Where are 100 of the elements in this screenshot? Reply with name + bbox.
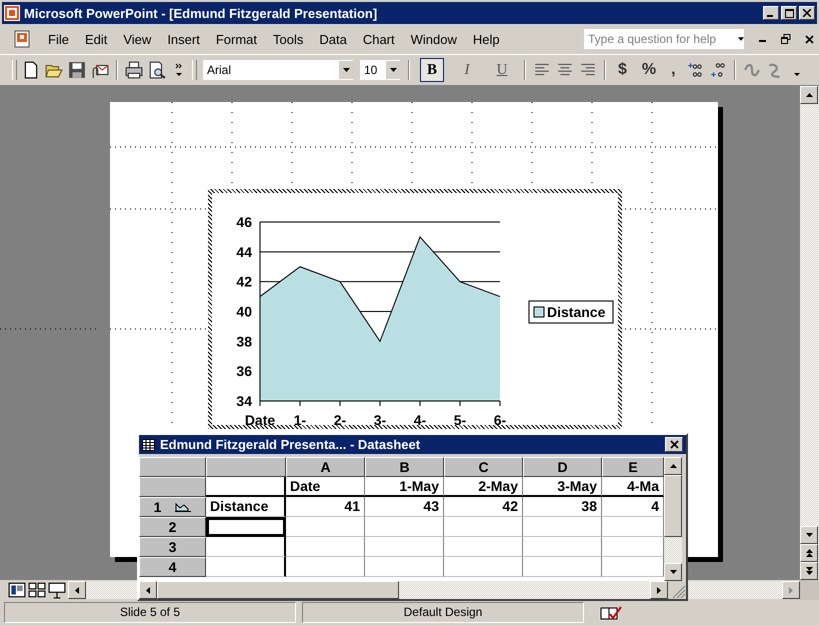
- maximize-icon: [784, 8, 794, 18]
- table-cell: [602, 537, 664, 557]
- row-header[interactable]: 2: [139, 517, 206, 537]
- left-arrow-icon: [75, 586, 79, 594]
- table-cell: Date: [286, 477, 365, 497]
- table-cell: Distance: [206, 497, 286, 517]
- document-icon[interactable]: [14, 30, 32, 48]
- column-header[interactable]: C: [444, 457, 523, 477]
- menu-item[interactable]: File: [42, 30, 75, 48]
- column-header[interactable]: [206, 457, 286, 477]
- restore-icon[interactable]: [781, 34, 791, 44]
- design-name-status: Default Design: [302, 602, 584, 623]
- right-arrow-icon: [789, 586, 793, 594]
- menu-item[interactable]: Data: [313, 30, 353, 48]
- menu-item[interactable]: Tools: [267, 30, 310, 48]
- close-button[interactable]: [799, 6, 815, 20]
- row-header[interactable]: 3: [139, 537, 206, 557]
- datasheet-title: Edmund Fitzgerald Presenta... - Datasheet: [160, 437, 422, 452]
- y-axis-label: 46: [236, 214, 252, 230]
- number-format-button[interactable]: $: [613, 61, 632, 79]
- print-icon[interactable]: [125, 61, 143, 79]
- increase-decimal-icon[interactable]: [686, 61, 704, 79]
- number-format-button[interactable]: ,: [666, 61, 681, 79]
- spelling-check-icon[interactable]: [600, 604, 622, 620]
- menu-item[interactable]: Chart: [356, 30, 401, 48]
- down-arrow-icon: [806, 533, 812, 537]
- help-search-field[interactable]: Type a question for help: [584, 29, 744, 49]
- corner-header[interactable]: [139, 457, 206, 477]
- menu-item[interactable]: Edit: [78, 30, 114, 48]
- previous-slide-icon: [806, 549, 812, 557]
- table-cell: 43: [365, 497, 444, 517]
- decrease-decimal-icon[interactable]: [708, 61, 727, 79]
- slide-show-icon[interactable]: [48, 581, 66, 599]
- x-axis-label: 4-: [414, 412, 426, 425]
- resize-grip-icon[interactable]: [668, 581, 686, 599]
- y-axis-label: 36: [236, 363, 252, 380]
- menu-item[interactable]: Window: [404, 30, 463, 48]
- table-cell: 2-May: [444, 477, 523, 497]
- font-dropdown[interactable]: Arial: [202, 59, 354, 81]
- window-title: Microsoft PowerPoint - [Edmund Fitzgerald Presentation]: [24, 6, 378, 20]
- close-icon[interactable]: [805, 34, 814, 44]
- slide-number-status: Slide 5 of 5: [4, 602, 296, 623]
- menu-item[interactable]: Help: [466, 30, 506, 48]
- column-header[interactable]: E: [602, 457, 664, 477]
- column-header[interactable]: A: [286, 457, 365, 477]
- x-axis-label: Date: [244, 412, 276, 425]
- format-button[interactable]: U: [490, 58, 514, 82]
- chart-legend: Distance: [528, 300, 614, 324]
- format-button[interactable]: I: [455, 58, 479, 82]
- column-header[interactable]: B: [365, 457, 444, 477]
- table-cell: [602, 517, 664, 537]
- minimize-button[interactable]: [763, 6, 779, 20]
- table-cell: 1-May: [365, 477, 444, 497]
- table-cell: 3-May: [523, 477, 602, 497]
- table-cell: 42: [444, 497, 523, 517]
- menu-item[interactable]: View: [117, 30, 158, 48]
- close-icon: [670, 440, 678, 449]
- horizontal-scrollbar[interactable]: [139, 581, 686, 599]
- x-axis-label: 5-: [454, 412, 466, 425]
- vertical-scrollbar[interactable]: [800, 86, 819, 600]
- more-buttons-icon[interactable]: [175, 63, 183, 77]
- up-arrow-icon: [670, 464, 676, 468]
- caret-icon: [390, 68, 396, 72]
- close-button[interactable]: [665, 437, 683, 452]
- y-axis-label: 38: [236, 333, 252, 350]
- next-slide-icon: [806, 567, 812, 575]
- row-header[interactable]: [139, 477, 206, 497]
- number-format-button[interactable]: %: [636, 61, 662, 79]
- maximize-button[interactable]: [781, 6, 797, 20]
- legend-label: Distance: [547, 304, 606, 320]
- left-arrow-icon: [146, 586, 150, 594]
- close-icon: [803, 9, 811, 17]
- y-axis-label: 34: [236, 393, 252, 409]
- menu-item[interactable]: Insert: [161, 30, 206, 48]
- column-header[interactable]: D: [523, 457, 602, 477]
- caret-icon: [342, 68, 350, 72]
- chart-object[interactable]: 34 36 38 40 42 44 46 Date 1- 2- 3- 4- 5- 6- Distance: [208, 189, 622, 429]
- x-axis-label: 3-: [374, 412, 386, 425]
- print-preview-icon[interactable]: [148, 61, 166, 79]
- app-icon: [4, 5, 20, 21]
- x-axis-label: 6-: [494, 412, 506, 425]
- row-header[interactable]: 4: [139, 557, 206, 577]
- menu-item[interactable]: Format: [210, 30, 263, 48]
- table-cell: 4: [602, 497, 664, 517]
- row-header[interactable]: 1: [139, 497, 206, 517]
- datasheet-icon: [142, 438, 155, 450]
- up-arrow-icon: [806, 93, 812, 97]
- format-button[interactable]: B: [420, 58, 444, 82]
- new-document-icon[interactable]: [22, 61, 40, 79]
- normal-view-icon[interactable]: [8, 581, 26, 599]
- x-axis-label: 2-: [334, 412, 346, 425]
- y-axis-label: 44: [236, 244, 252, 260]
- y-axis-label: 40: [236, 304, 252, 320]
- font-size-dropdown[interactable]: 10: [359, 59, 401, 81]
- slide-sorter-icon[interactable]: [28, 581, 46, 599]
- save-icon[interactable]: [68, 61, 86, 79]
- x-axis-label: 1-: [294, 412, 306, 425]
- vertical-scrollbar[interactable]: [664, 457, 682, 581]
- table-cell: 41: [286, 497, 365, 517]
- y-axis-label: 42: [236, 274, 252, 290]
